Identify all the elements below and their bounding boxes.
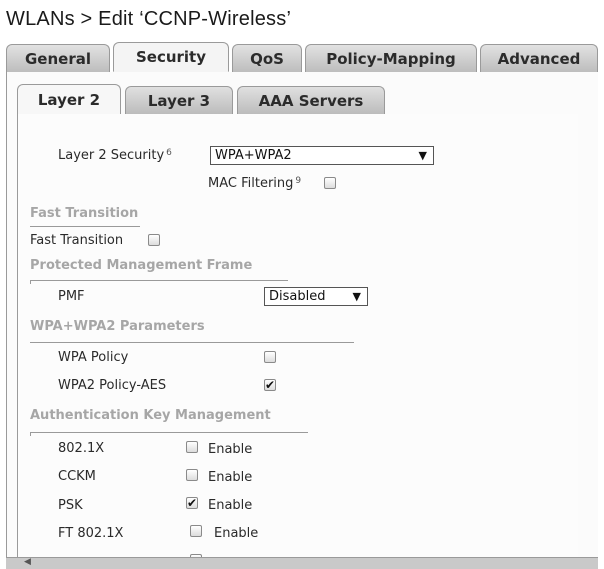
akm-802-1x-checkbox[interactable] — [186, 441, 198, 453]
tab-layer-2[interactable]: Layer 2 — [17, 84, 121, 115]
akm-ft-802-1x-label: FT 802.1X — [58, 526, 124, 541]
fast-transition-label: Fast Transition — [30, 233, 124, 248]
layer2-security-value: WPA+WPA2 — [215, 148, 292, 163]
mac-filtering-label: MAC Filtering 9 — [208, 176, 302, 191]
akm-802-1x-label: 802.1X — [58, 441, 105, 456]
akm-ft-802-1x-checkbox[interactable] — [190, 525, 202, 537]
divider — [30, 280, 288, 281]
wpa-policy-checkbox[interactable] — [264, 351, 276, 363]
tab-advanced[interactable]: Advanced — [480, 44, 598, 72]
pmf-select[interactable]: Disabled ▼ — [264, 287, 368, 306]
akm-cckm-checkbox[interactable] — [186, 469, 198, 481]
akm-psk-checkbox[interactable]: ✔ — [186, 497, 198, 509]
layer2-security-select[interactable]: WPA+WPA2 ▼ — [210, 146, 434, 165]
layer2-security-label: Layer 2 Security 6 — [58, 148, 172, 163]
divider — [30, 342, 354, 343]
tab-qos[interactable]: QoS — [232, 44, 302, 72]
divider — [30, 226, 140, 227]
wpa-policy-label: WPA Policy — [58, 350, 129, 365]
fast-transition-checkbox[interactable] — [148, 234, 160, 246]
help-icon[interactable]: 9 — [295, 176, 301, 186]
section-wpa-parameters: WPA+WPA2 Parameters — [30, 319, 205, 334]
enable-label: Enable — [208, 442, 253, 457]
divider — [30, 432, 308, 433]
main-tab-strip: General Security QoS Policy-Mapping Adva… — [6, 42, 598, 73]
section-pmf: Protected Management Frame — [30, 258, 253, 273]
enable-label: Enable — [208, 498, 253, 513]
chevron-down-icon: ▼ — [352, 290, 361, 303]
enable-label: Enable — [214, 526, 259, 541]
tab-security[interactable]: Security — [113, 42, 229, 72]
help-icon[interactable]: 6 — [166, 148, 172, 158]
checkmark-icon: ✔ — [187, 496, 198, 510]
pmf-value: Disabled — [269, 289, 326, 304]
sub-tab-strip: Layer 2 Layer 3 AAA Servers — [17, 84, 577, 115]
page-title: WLANs > Edit ‘CCNP-Wireless’ — [6, 8, 292, 30]
section-akm: Authentication Key Management — [30, 408, 271, 423]
tab-aaa-servers[interactable]: AAA Servers — [237, 86, 385, 114]
wpa2-policy-aes-checkbox[interactable]: ✔ — [264, 379, 276, 391]
chevron-down-icon: ▼ — [418, 149, 427, 162]
scroll-left-icon[interactable]: ◀ — [24, 556, 31, 567]
horizontal-scrollbar[interactable]: ◀ — [6, 556, 598, 569]
layer2-content: Layer 2 Security 6 WPA+WPA2 ▼ MAC Filteri… — [17, 114, 578, 568]
akm-cckm-label: CCKM — [58, 469, 96, 484]
security-panel: Layer 2 Layer 3 AAA Servers Layer 2 Secu… — [6, 72, 598, 568]
tab-layer-3[interactable]: Layer 3 — [125, 86, 233, 114]
checkmark-icon: ✔ — [265, 378, 276, 392]
section-fast-transition: Fast Transition — [30, 206, 139, 221]
enable-label: Enable — [208, 470, 253, 485]
tab-policy-mapping[interactable]: Policy-Mapping — [305, 44, 477, 72]
divider-tick — [30, 280, 31, 284]
pmf-label: PMF — [58, 289, 85, 304]
wpa2-policy-aes-label: WPA2 Policy-AES — [58, 378, 167, 393]
mac-filtering-checkbox[interactable] — [324, 177, 336, 189]
tab-general[interactable]: General — [6, 44, 110, 72]
divider-tick — [30, 432, 31, 436]
akm-psk-label: PSK — [58, 498, 83, 513]
